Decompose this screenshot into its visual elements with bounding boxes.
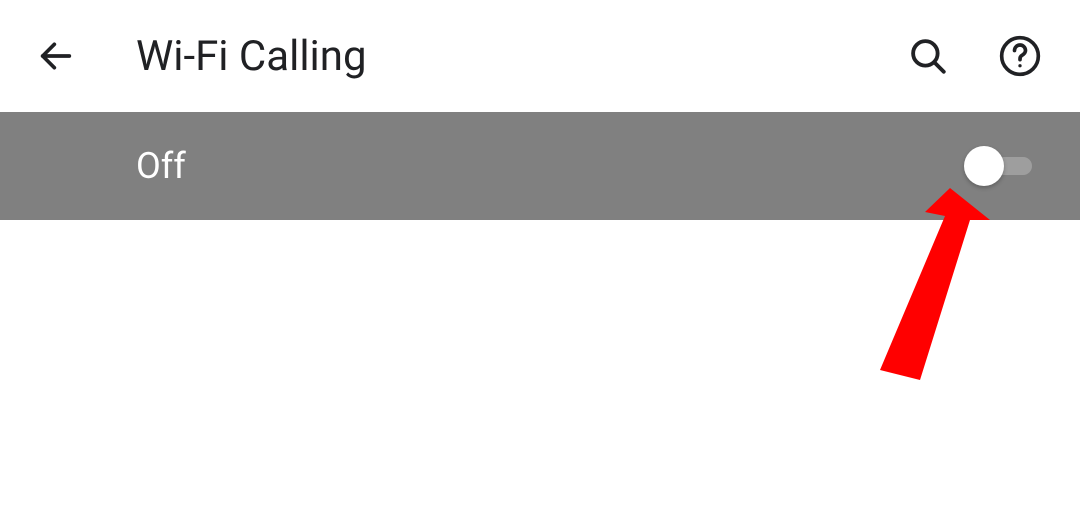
app-bar: Wi-Fi Calling: [0, 0, 1080, 112]
wifi-calling-toggle-row[interactable]: Off: [0, 112, 1080, 220]
arrow-back-icon: [36, 36, 76, 76]
switch-thumb: [964, 146, 1004, 186]
help-button[interactable]: [992, 28, 1048, 84]
search-button[interactable]: [900, 28, 956, 84]
search-icon: [907, 35, 949, 77]
wifi-calling-switch[interactable]: [972, 154, 1032, 178]
back-button[interactable]: [24, 24, 88, 88]
help-icon: [998, 34, 1042, 78]
page-title: Wi-Fi Calling: [136, 32, 900, 81]
header-actions: [900, 28, 1048, 84]
wifi-calling-state-label: Off: [136, 145, 972, 187]
